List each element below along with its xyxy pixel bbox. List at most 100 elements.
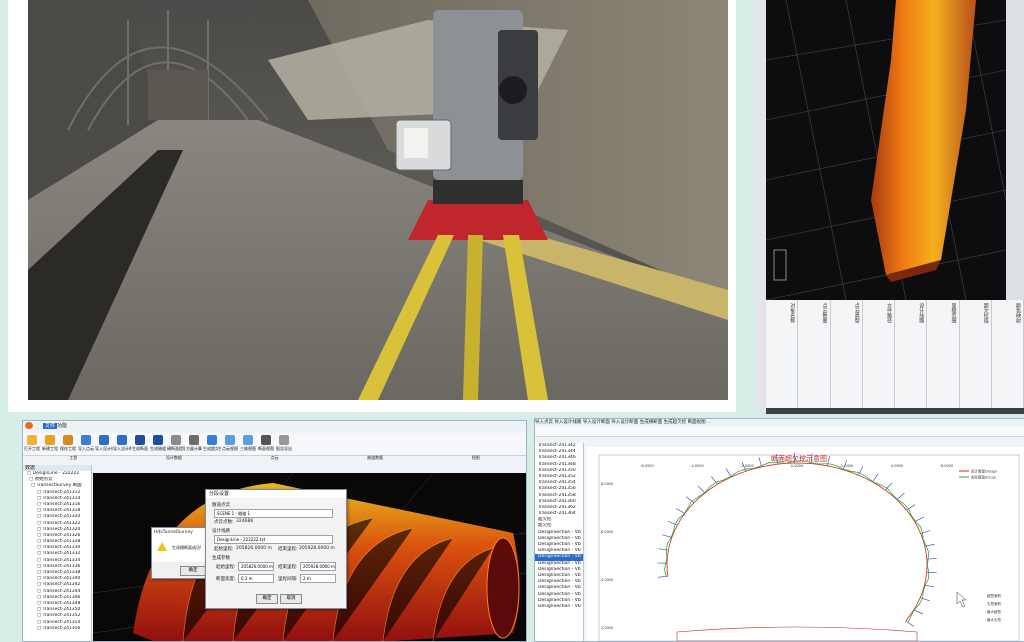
design-line-select[interactable]: DesignLine - 222222.txt — [214, 535, 333, 544]
start-label: 起始里程: — [214, 546, 234, 552]
point-cloud-viewport[interactable] — [766, 0, 1006, 300]
toolbar-button-13[interactable]: 断面视图 — [257, 433, 275, 452]
deviation-marker — [686, 497, 694, 503]
cloud-section-label: 隧道点云 — [212, 502, 230, 508]
section-tree-item[interactable]: DesignSection - Vb — [535, 530, 583, 536]
start-value: 205826.0000 m — [236, 546, 272, 551]
alert-dialog: HdsTunnelSurvey 生成横断面成功! 确定 — [151, 527, 213, 579]
new-project-icon — [45, 435, 55, 445]
ribbon-group-2: 点云 — [224, 455, 325, 462]
view-icon — [225, 435, 235, 445]
toolbar-button-9[interactable]: 方量计算 — [185, 433, 203, 452]
toolbar-button-8[interactable]: 横断面提取 — [167, 433, 185, 452]
toolbar-label: 保存工程 — [59, 446, 77, 452]
toolbar-label: 生成超欠挖 — [203, 446, 221, 452]
tree-item[interactable]: ▢ TransectSurvey 断面 — [23, 483, 91, 489]
step-input[interactable]: 2 m — [300, 574, 336, 583]
folder-icon — [27, 435, 37, 445]
toolbar-label: 导入设计线 — [95, 446, 113, 452]
deviation-marker — [897, 493, 905, 499]
ribbon-group-4: 视图 — [425, 455, 526, 462]
toolbar-button-6[interactable]: 生成断面 — [131, 433, 149, 452]
section-tree-item[interactable]: DesignSection - Vb — [535, 554, 583, 560]
toolbar-label: 方量计算 — [185, 446, 203, 452]
ribbon-strip — [535, 427, 1024, 437]
dialog-ok-button[interactable]: 确定 — [256, 594, 278, 604]
mouse-cursor-icon — [957, 592, 966, 607]
start2-input[interactable]: 205826.0000 m — [238, 562, 274, 571]
deviation-marker — [915, 517, 924, 521]
section-tree-item[interactable]: DesignSection - Vb — [535, 561, 583, 567]
tree-item[interactable]: ▢ Transect-241356 — [23, 626, 91, 632]
end-value: 205928.0000 m — [299, 546, 335, 551]
chart-frame — [599, 455, 1019, 641]
toolbar-button-5[interactable]: 导入设计断面 — [113, 433, 131, 452]
toolbar-button-14[interactable]: 报告导出 — [275, 433, 293, 452]
section-tree-item[interactable]: DesignSection - Vb — [535, 598, 583, 604]
toolbar-label: 点云视图 — [221, 446, 239, 452]
section-chart[interactable]: 断面超欠挖示意图-6.0000-4.0000-2.00000.00002.000… — [587, 447, 1024, 641]
left-toolstrip — [754, 0, 766, 414]
toolbar-label: 生成隧道 — [149, 446, 167, 452]
ribbon-menu[interactable]: 导入点云 导入设计线路 导入设计断面 导入设计断面 生成横断面 生成超欠挖 断面… — [535, 419, 1024, 427]
toolbar-button-7[interactable]: 生成隧道 — [149, 433, 167, 452]
toolbar-button-12[interactable]: 三维视图 — [239, 433, 257, 452]
alert-ok-button[interactable]: 确定 — [180, 566, 206, 576]
side-note: 最大超挖 — [987, 609, 1001, 614]
toolbar-button-0[interactable]: 打开工程 — [23, 433, 41, 452]
deviation-marker — [662, 535, 672, 538]
property-column: 里程范围 — [927, 300, 959, 408]
menu-tab-0[interactable]: 文件 — [43, 423, 57, 429]
ribbon-toolbar: 打开工程新建工程保存工程导入点云导入设计线导入设计断面生成断面生成隧道横断面提取… — [23, 433, 526, 456]
property-column: 点云类型 — [831, 300, 863, 408]
y-tick-label: 8.0000 — [601, 482, 613, 486]
arch-icon — [135, 435, 145, 445]
x-tick-label: 4.0000 — [891, 464, 903, 468]
section-tree-item[interactable]: Transect-241360 — [535, 499, 583, 505]
toolbar-button-3[interactable]: 导入点云 — [77, 433, 95, 452]
section-tree-item[interactable]: DesignSection - Vb — [535, 604, 583, 610]
y-tick-label: 6.0000 — [601, 530, 613, 534]
end2-input[interactable]: 205928.0000 m — [300, 562, 336, 571]
dialog-title: 分段设置 — [206, 490, 346, 498]
width-input[interactable]: 0.2 m — [238, 574, 274, 583]
deviation-marker — [872, 474, 878, 482]
import-line-icon — [99, 435, 109, 445]
section-tree-item[interactable]: DesignSection - Vb — [535, 585, 583, 591]
deviation-marker — [914, 610, 923, 614]
dialog-cancel-button[interactable]: 取消 — [280, 594, 302, 604]
actual-profile-line — [665, 461, 929, 623]
ribbon-group-3: 隧道数据 — [325, 455, 426, 462]
invert-line — [677, 627, 917, 641]
section-tree-item[interactable]: Transect-241348 — [535, 462, 583, 468]
ribbon-group-0: 工程 — [23, 455, 124, 462]
toolbar-label: 生成断面 — [131, 446, 149, 452]
view-tabs: 3D视图2D视图 — [93, 465, 526, 472]
toolbar-label: 横断面提取 — [167, 446, 185, 452]
toolbar-button-2[interactable]: 保存工程 — [59, 433, 77, 452]
gen-params-label: 生成参数 — [212, 555, 230, 561]
section-tree-item[interactable]: Transect-241358 — [535, 493, 583, 499]
cloud-select[interactable]: SCENE 1 - 隧道 1 — [214, 509, 333, 518]
deviation-marker — [658, 549, 668, 550]
menu-tab-1[interactable]: 功能 — [57, 423, 67, 429]
alert-title: HdsTunnelSurvey — [152, 528, 212, 538]
x-tick-label: -6.0000 — [640, 464, 654, 468]
section-view-tabs: 3D视图横断面视图2D视图 — [587, 439, 887, 446]
x-tick-label: 6.0000 — [941, 464, 953, 468]
deviation-marker — [906, 621, 914, 626]
arch-icon — [153, 435, 163, 445]
side-note: 欠挖面积 — [987, 601, 1001, 606]
cube-icon — [189, 435, 199, 445]
end2-label: 结束里程: — [278, 564, 298, 570]
warning-icon — [157, 542, 167, 551]
ribbon-groups: 工程设计数据点云隧道数据视图 — [23, 455, 526, 462]
toolbar-button-11[interactable]: 点云视图 — [221, 433, 239, 452]
toolbar-label: 新建工程 — [41, 446, 59, 452]
section-tree-item[interactable]: DesignSection - Vb — [535, 592, 583, 598]
save-icon — [63, 435, 73, 445]
deviation-marker — [827, 456, 829, 466]
toolbar-button-10[interactable]: 生成超欠挖 — [203, 433, 221, 452]
toolbar-button-1[interactable]: 新建工程 — [41, 433, 59, 452]
toolbar-button-4[interactable]: 导入设计线 — [95, 433, 113, 452]
